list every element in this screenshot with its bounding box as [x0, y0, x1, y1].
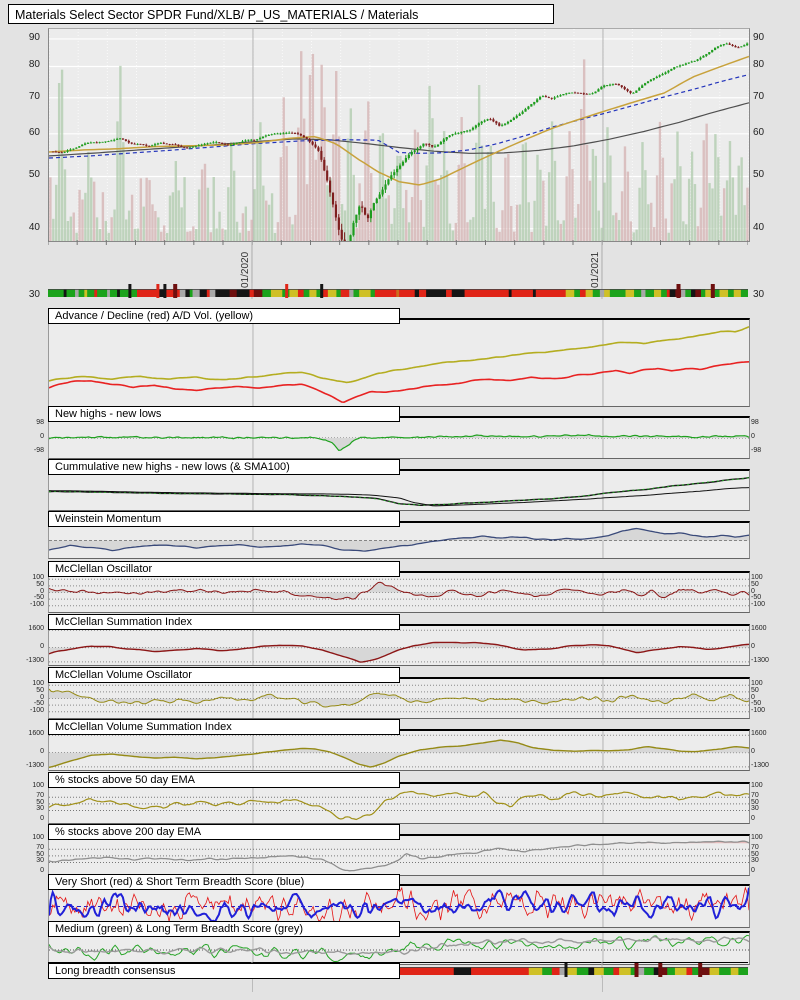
panel-title: Advance / Decline (red) A/D Vol. (yellow…: [48, 308, 400, 324]
axis-label: 100: [32, 834, 44, 842]
mcclellan-oscillator-plot: [48, 571, 750, 613]
axis-label: 90: [28, 31, 40, 43]
panel-mcclellan-volume-oscillator: McClellan Volume Oscillator 100 100 50 50 0 0…: [30, 667, 765, 719]
axis-label: 0: [40, 815, 44, 823]
panel-advance-decline: Advance / Decline (red) A/D Vol. (yellow…: [48, 308, 750, 407]
panel-title: New highs - new lows: [48, 406, 400, 422]
axis-label: -98: [751, 446, 762, 454]
axis-label: 0: [40, 433, 44, 440]
axis-label: 30: [36, 857, 44, 865]
axis-label: 60: [28, 126, 40, 138]
axis-label: 0: [751, 867, 755, 875]
axis-label: -100: [751, 706, 766, 714]
axis-label: -1300: [751, 656, 769, 664]
axis-label: 0: [751, 747, 755, 755]
axis-label: 60: [753, 126, 765, 138]
panel-mcclellan-volume-summation: McClellan Volume Summation Index 1600 160…: [26, 719, 769, 771]
axis-label: 0: [40, 747, 44, 755]
gridline: [602, 976, 603, 992]
panel-new-highs-lows: New highs - new lows 98 98 0 0 -98 -98: [34, 406, 761, 459]
panel-title: McClellan Oscillator: [48, 561, 400, 577]
axis-label: -1300: [751, 761, 769, 769]
panel-title: McClellan Volume Summation Index: [48, 719, 400, 735]
axis-label: 30: [28, 289, 40, 300]
axis-label: 80: [753, 59, 765, 71]
mcclellan-volume-summation-plot: [48, 729, 750, 771]
axis-label: 0: [751, 642, 755, 650]
axis-label: 1600: [28, 625, 44, 633]
axis-label: 1600: [751, 730, 767, 738]
axis-label: -98: [33, 446, 44, 454]
cumulative-nh-nl-plot: [48, 469, 750, 511]
date-axis: [48, 240, 748, 288]
panel-title: % stocks above 50 day EMA: [48, 772, 400, 788]
axis-label: 30: [751, 857, 759, 865]
mcclellan-summation-plot: [48, 624, 750, 666]
axis-label: 70: [753, 90, 765, 102]
panel-title: Weinstein Momentum: [48, 511, 400, 527]
panel-pct-above-50ema: % stocks above 50 day EMA 100 100 70 70 50 50…: [32, 772, 763, 824]
panel-title: McClellan Volume Oscillator: [48, 667, 400, 683]
axis-label: 30: [751, 805, 759, 813]
signal-strip-top: [48, 283, 748, 299]
panel-title: McClellan Summation Index: [48, 614, 400, 630]
price-volume-chart: [48, 28, 750, 242]
axis-label: 1600: [28, 730, 44, 738]
axis-label: 0: [40, 867, 44, 875]
panel-title: Long breadth consensus: [48, 963, 400, 979]
axis-label: 1600: [751, 625, 767, 633]
axis-label: 70: [28, 90, 40, 102]
axis-label: -1300: [26, 656, 44, 664]
axis-label: 90: [753, 31, 765, 43]
axis-label: 40: [28, 221, 40, 233]
axis-label: 30: [753, 289, 765, 300]
axis-label: 0: [40, 642, 44, 650]
axis-label: -100: [29, 600, 44, 608]
panel-short-term-breadth: Very Short (red) & Short Term Breadth Sc…: [48, 874, 750, 928]
axis-label: -1300: [26, 761, 44, 769]
mcclellan-volume-oscillator-plot: [48, 677, 750, 719]
panel-title: Very Short (red) & Short Term Breadth Sc…: [48, 874, 400, 890]
axis-label: 98: [36, 419, 44, 427]
panel-pct-above-200ema: % stocks above 200 day EMA 100 100 70 70 50 5…: [32, 824, 763, 876]
panel-mcclellan-summation: McClellan Summation Index 1600 1600 0 0 -130…: [26, 614, 769, 666]
panel-cumulative-nh-nl: Cummulative new highs - new lows (& SMA1…: [48, 459, 750, 511]
panel-mcclellan-oscillator: McClellan Oscillator 100 100 50 50 0 0 -50 -50-…: [30, 561, 765, 613]
date-label: 01/2021: [590, 251, 601, 288]
axis-label: 100: [32, 782, 44, 790]
pct-above-50ema-plot: [48, 782, 750, 824]
axis-label: 30: [36, 805, 44, 813]
axis-label: -100: [29, 706, 44, 714]
axis-label: 98: [751, 419, 759, 427]
pct-above-200ema-plot: [48, 834, 750, 876]
axis-label: 0: [751, 433, 755, 440]
date-label: 01/2020: [240, 251, 251, 288]
axis-label: 100: [751, 782, 763, 790]
axis-label: 80: [28, 59, 40, 71]
panel-medium-long-breadth: Medium (green) & Long Term Breadth Score…: [48, 921, 750, 965]
chart-workspace: Materials Select Sector SPDR Fund/XLB/ P…: [0, 0, 800, 1000]
axis-label: 40: [753, 221, 765, 233]
axis-label: 50: [28, 169, 40, 181]
axis-label: 0: [751, 815, 755, 823]
panel-title: Cummulative new highs - new lows (& SMA1…: [48, 459, 400, 475]
page-title: Materials Select Sector SPDR Fund/XLB/ P…: [8, 4, 554, 24]
advance-decline-plot: [48, 318, 750, 407]
panel-title: Medium (green) & Long Term Breadth Score…: [48, 921, 400, 937]
axis-label: 50: [753, 169, 765, 181]
new-highs-lows-plot: [48, 416, 750, 459]
panel-weinstein-momentum: Weinstein Momentum: [48, 511, 750, 559]
axis-label: -100: [751, 600, 766, 608]
axis-label: 100: [751, 834, 763, 842]
panel-title: % stocks above 200 day EMA: [48, 824, 400, 840]
